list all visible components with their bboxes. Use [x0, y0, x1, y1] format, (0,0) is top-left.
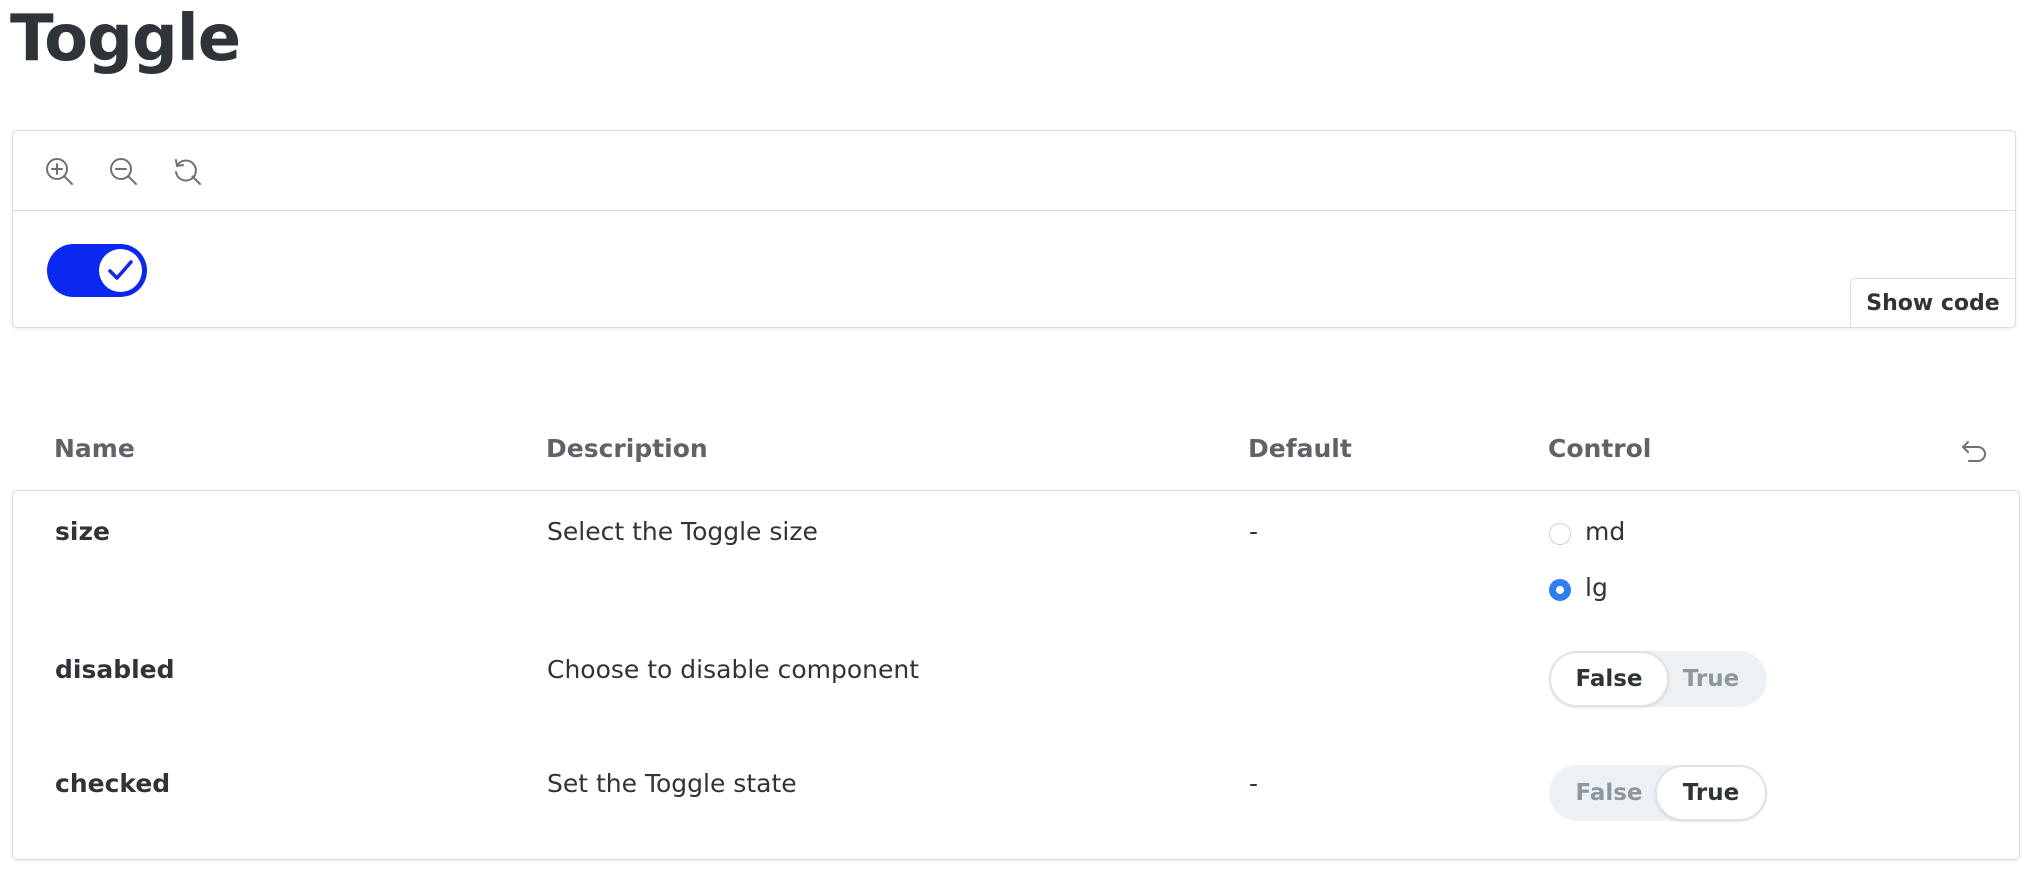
radio-label: lg	[1585, 573, 1608, 602]
checked-boolean-control: False True	[1549, 765, 1767, 821]
false-option-button[interactable]: False	[1549, 651, 1669, 707]
preview-toolbar	[13, 131, 2015, 211]
show-code-button[interactable]: Show code	[1850, 278, 2016, 328]
undo-icon[interactable]	[1958, 436, 1990, 468]
disabled-boolean-control: False True	[1549, 651, 1767, 707]
args-table-body: size Select the Toggle size - md lg disa…	[12, 490, 2020, 860]
args-table-header: Name Description Default Control	[12, 420, 2020, 490]
zoom-in-icon[interactable]	[43, 155, 77, 189]
arg-name: disabled	[55, 655, 175, 684]
column-header-name: Name	[54, 434, 135, 463]
component-preview-panel: Show code	[12, 130, 2016, 328]
arg-description: Choose to disable component	[547, 655, 920, 684]
toggle-switch[interactable]	[47, 244, 147, 297]
column-header-control: Control	[1548, 434, 1652, 463]
radio-label: md	[1585, 517, 1626, 546]
arg-description: Select the Toggle size	[547, 517, 818, 546]
arg-name: size	[55, 517, 110, 546]
toggle-knob	[99, 249, 142, 292]
page-title: Toggle	[10, 2, 241, 76]
zoom-out-icon[interactable]	[107, 155, 141, 189]
false-option-button[interactable]: False	[1549, 765, 1669, 821]
column-header-default: Default	[1248, 434, 1352, 463]
true-option-button[interactable]: True	[1655, 765, 1767, 821]
arg-name: checked	[55, 769, 171, 798]
radio-button[interactable]	[1549, 579, 1571, 601]
checkmark-icon	[108, 260, 133, 280]
arg-default: -	[1249, 517, 1259, 546]
arg-default: -	[1249, 769, 1259, 798]
arg-description: Set the Toggle state	[547, 769, 797, 798]
reset-zoom-icon[interactable]	[171, 155, 205, 189]
radio-button[interactable]	[1549, 523, 1571, 545]
true-option-button[interactable]: True	[1655, 651, 1767, 707]
column-header-description: Description	[546, 434, 708, 463]
